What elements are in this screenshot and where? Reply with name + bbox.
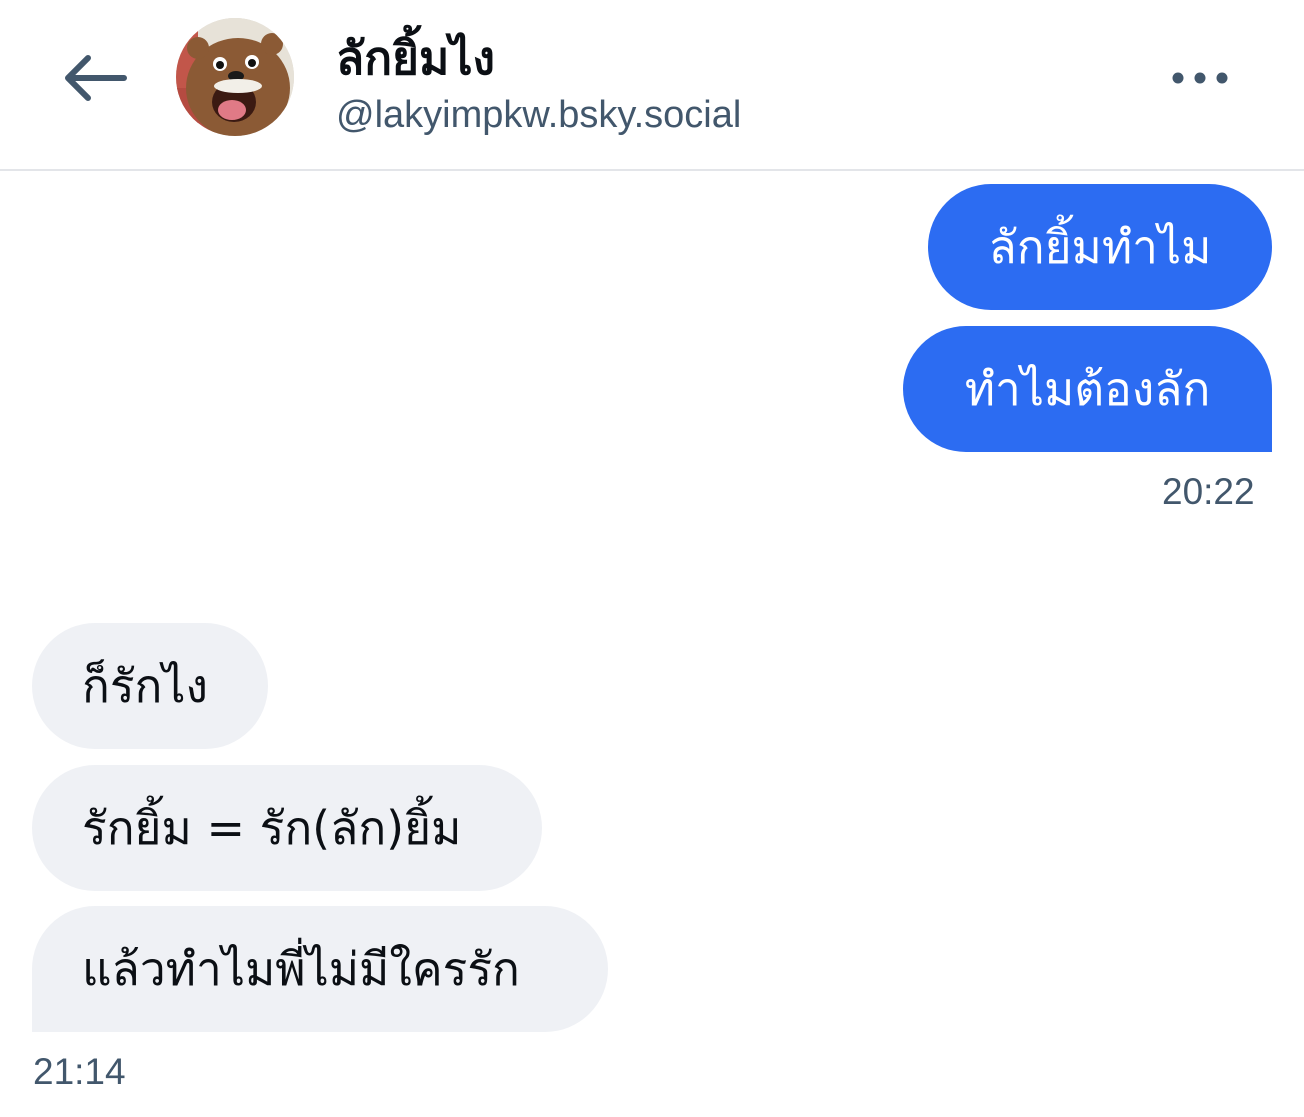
message-text: ทำไมต้องลัก: [964, 362, 1211, 416]
received-timestamp: 21:14: [33, 1051, 126, 1092]
conversation-header: ลักยิ้มไง @lakyimpkw.bsky.social: [0, 0, 1304, 171]
bear-avatar-icon: [176, 18, 294, 136]
conversation-handle: @lakyimpkw.bsky.social: [336, 94, 742, 136]
more-options-button[interactable]: [1160, 56, 1240, 100]
avatar[interactable]: [176, 18, 294, 136]
ellipsis-horizontal-icon: [1172, 72, 1228, 84]
chat-screen: ลักยิ้มไง @lakyimpkw.bsky.social ลักยิ้ม…: [0, 0, 1304, 1117]
message-text: แล้วทำไมพี่ไม่มีใครรัก: [82, 942, 520, 996]
sent-message[interactable]: ทำไมต้องลัก: [903, 326, 1272, 452]
sent-timestamp: 20:22: [1162, 471, 1255, 512]
message-text: ก็รักไง: [82, 659, 209, 713]
message-text: ลักยิ้มทำไม: [988, 220, 1212, 274]
received-message[interactable]: รักยิ้ม = รัก(ลัก)ยิ้ม: [32, 765, 542, 891]
conversation-title: ลักยิ้มไง: [336, 31, 495, 85]
received-message[interactable]: ก็รักไง: [32, 623, 268, 749]
message-text: รักยิ้ม = รัก(ลัก)ยิ้ม: [82, 801, 462, 855]
arrow-left-icon: [65, 55, 127, 101]
sent-message[interactable]: ลักยิ้มทำไม: [928, 184, 1272, 310]
received-message[interactable]: แล้วทำไมพี่ไม่มีใครรัก: [32, 906, 608, 1032]
back-button[interactable]: [52, 40, 134, 116]
